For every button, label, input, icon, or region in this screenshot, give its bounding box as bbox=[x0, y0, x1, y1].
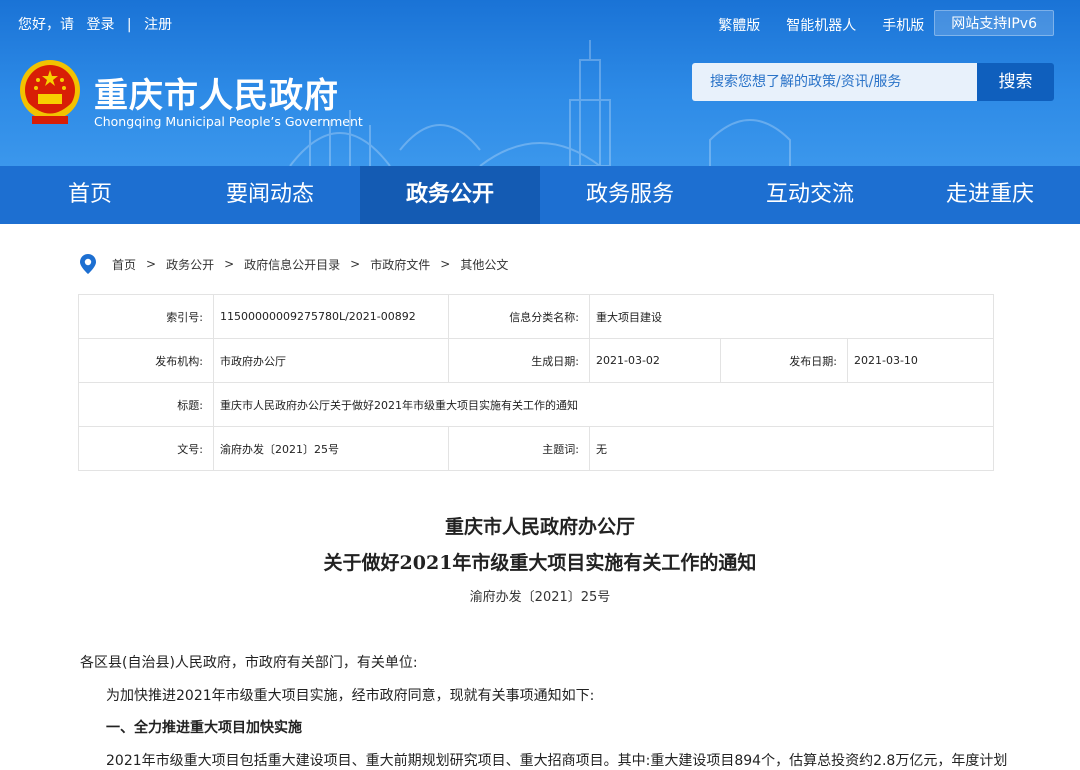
ipv6-badge[interactable]: 网站支持IPv6 bbox=[934, 10, 1054, 36]
created-date-value: 2021-03-02 bbox=[589, 338, 721, 383]
created-date-label: 生成日期: bbox=[448, 338, 590, 383]
section-heading: 一、全力推进重大项目加快实施 bbox=[106, 720, 302, 736]
breadcrumb-other-documents[interactable]: 其他公文 bbox=[460, 256, 508, 273]
search-button[interactable]: 搜索 bbox=[977, 63, 1054, 101]
table-row: 文号: 渝府办发〔2021〕25号 主题词: 无 bbox=[78, 426, 994, 471]
docno-label: 文号: bbox=[78, 426, 214, 471]
greeting-text: 您好，请 bbox=[18, 17, 74, 33]
breadcrumb-gov-affairs[interactable]: 政务公开 bbox=[166, 256, 214, 273]
title-value: 重庆市人民政府办公厅关于做好2021年市级重大项目实施有关工作的通知 bbox=[213, 382, 994, 427]
site-subtitle: Chongqing Municipal People’s Government bbox=[94, 114, 363, 129]
paragraph-body: 2021年市级重大项目包括重大建设项目、重大前期规划研究项目、重大招商项目。其中… bbox=[106, 753, 1008, 769]
document-title-line2: 关于做好2021年市级重大项目实施有关工作的通知 bbox=[323, 552, 757, 574]
top-bar: 您好，请 登录 | 注册 繁體版 智能机器人 手机版 网站支持IPv6 bbox=[0, 0, 1080, 46]
subject-value: 无 bbox=[589, 426, 994, 471]
main-nav: 首页 要闻动态 政务公开 政务服务 互动交流 走进重庆 bbox=[0, 166, 1080, 224]
nav-interaction[interactable]: 互动交流 bbox=[720, 166, 900, 224]
document-info-table: 索引号: 11500000009275780L/2021-00892 信息分类名… bbox=[78, 294, 994, 471]
document-number: 渝府办发〔2021〕25号 bbox=[469, 590, 611, 605]
national-emblem-icon bbox=[20, 60, 80, 124]
subject-label: 主题词: bbox=[448, 426, 590, 471]
index-label: 索引号: bbox=[78, 294, 214, 339]
breadcrumb: 首页 > 政务公开 > 政府信息公开目录 > 市政府文件 > 其他公文 bbox=[78, 253, 518, 275]
city-skyline-decoration bbox=[289, 40, 791, 166]
nav-government-affairs[interactable]: 政务公开 bbox=[360, 166, 540, 224]
traditional-chinese-link[interactable]: 繁體版 bbox=[718, 15, 760, 35]
docno-value: 渝府办发〔2021〕25号 bbox=[213, 426, 449, 471]
breadcrumb-city-documents[interactable]: 市政府文件 bbox=[370, 256, 430, 273]
table-row: 索引号: 11500000009275780L/2021-00892 信息分类名… bbox=[78, 294, 994, 339]
smart-robot-link[interactable]: 智能机器人 bbox=[786, 15, 856, 35]
category-label: 信息分类名称: bbox=[448, 294, 590, 339]
salutation: 各区县(自治县)人民政府，市政府有关部门，有关单位: bbox=[80, 655, 418, 671]
document-title-line1: 重庆市人民政府办公厅 bbox=[444, 516, 635, 538]
breadcrumb-disclosure-catalog[interactable]: 政府信息公开目录 bbox=[244, 256, 340, 273]
separator: | bbox=[126, 17, 132, 33]
title-label: 标题: bbox=[78, 382, 214, 427]
nav-about-chongqing[interactable]: 走进重庆 bbox=[900, 166, 1080, 224]
nav-services[interactable]: 政务服务 bbox=[540, 166, 720, 224]
paragraph-intro: 为加快推进2021年市级重大项目实施，经市政府同意，现就有关事项通知如下: bbox=[106, 688, 595, 704]
breadcrumb-separator: > bbox=[440, 257, 451, 271]
table-row: 发布机构: 市政府办公厅 生成日期: 2021-03-02 发布日期: 2021… bbox=[78, 338, 994, 383]
breadcrumb-separator: > bbox=[350, 257, 361, 271]
site-title[interactable]: 重庆市人民政府 bbox=[94, 68, 339, 117]
mobile-version-link[interactable]: 手机版 bbox=[882, 15, 924, 35]
breadcrumb-separator: > bbox=[146, 257, 157, 271]
nav-home[interactable]: 首页 bbox=[0, 166, 180, 224]
breadcrumb-home[interactable]: 首页 bbox=[112, 256, 136, 273]
index-value: 11500000009275780L/2021-00892 bbox=[213, 294, 449, 339]
breadcrumb-separator: > bbox=[224, 257, 235, 271]
register-link[interactable]: 注册 bbox=[144, 17, 172, 33]
site-header: 您好，请 登录 | 注册 繁體版 智能机器人 手机版 网站支持IPv6 重庆市人… bbox=[0, 0, 1080, 166]
table-row: 标题: 重庆市人民政府办公厅关于做好2021年市级重大项目实施有关工作的通知 bbox=[78, 382, 994, 427]
published-date-value: 2021-03-10 bbox=[847, 338, 994, 383]
nav-news[interactable]: 要闻动态 bbox=[180, 166, 360, 224]
publisher-value: 市政府办公厅 bbox=[213, 338, 449, 383]
publisher-label: 发布机构: bbox=[78, 338, 214, 383]
login-link[interactable]: 登录 bbox=[86, 17, 114, 33]
category-value: 重大项目建设 bbox=[589, 294, 994, 339]
published-date-label: 发布日期: bbox=[720, 338, 848, 383]
search-input[interactable]: 搜索您想了解的政策/资讯/服务 bbox=[692, 63, 977, 101]
search-bar: 搜索您想了解的政策/资讯/服务 搜索 bbox=[692, 63, 1054, 101]
location-pin-icon bbox=[80, 254, 96, 274]
